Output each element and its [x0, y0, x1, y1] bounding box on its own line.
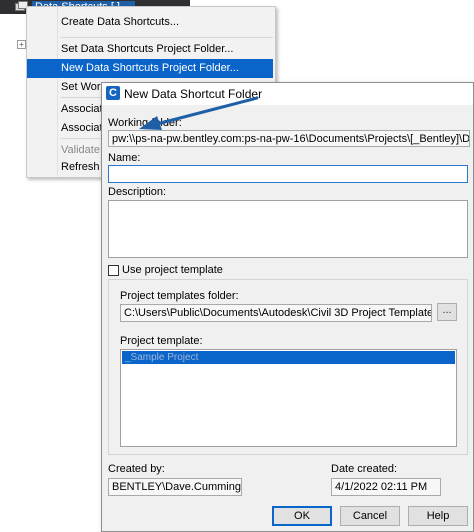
menu-item-create-data-shortcuts[interactable]: Create Data Shortcuts...: [27, 13, 273, 32]
ok-button[interactable]: OK: [272, 506, 332, 526]
menu-item-set-project-folder[interactable]: Set Data Shortcuts Project Folder...: [27, 40, 273, 59]
help-button[interactable]: Help: [408, 506, 468, 526]
date-created-field: 4/1/2022 02:11 PM: [331, 478, 441, 496]
menu-separator: [61, 37, 273, 38]
menu-item-label: Set Data Shortcuts Project Folder...: [61, 43, 234, 55]
project-template-list[interactable]: _Sample Project: [120, 349, 457, 447]
new-data-shortcut-folder-dialog: C New Data Shortcut Folder Working folde…: [101, 82, 474, 532]
date-created-label: Date created:: [331, 463, 398, 475]
name-label: Name:: [108, 152, 141, 164]
use-project-template-label[interactable]: Use project template: [122, 264, 223, 276]
tree-expand-icon[interactable]: +: [17, 40, 26, 49]
menu-item-label: Create Data Shortcuts...: [61, 16, 179, 28]
menu-item-label: Refresh: [61, 161, 100, 173]
templates-folder-field: C:\Users\Public\Documents\Autodesk\Civil…: [120, 304, 432, 322]
use-project-template-checkbox[interactable]: [108, 265, 119, 276]
menu-item-new-project-folder[interactable]: New Data Shortcuts Project Folder...: [27, 59, 273, 78]
civil3d-app-icon: C: [106, 86, 120, 100]
list-item[interactable]: _Sample Project: [122, 351, 455, 364]
created-by-label: Created by:: [108, 463, 165, 475]
description-label: Description:: [108, 186, 167, 198]
browse-templates-button[interactable]: ...: [437, 303, 457, 321]
created-by-field: BENTLEY\Dave.Cumming: [108, 478, 242, 496]
project-template-label: Project template:: [120, 335, 203, 347]
cancel-button[interactable]: Cancel: [340, 506, 400, 526]
callout-arrow-icon: [139, 96, 259, 130]
name-input[interactable]: [108, 165, 468, 183]
menu-item-label: New Data Shortcuts Project Folder...: [61, 62, 239, 74]
project-template-group: Project templates folder: C:\Users\Publi…: [108, 279, 468, 455]
description-textarea[interactable]: [108, 200, 468, 258]
templates-folder-label: Project templates folder:: [120, 290, 239, 302]
working-folder-field: pw:\\ps-na-pw.bentley.com:ps-na-pw-16\Do…: [108, 130, 470, 147]
